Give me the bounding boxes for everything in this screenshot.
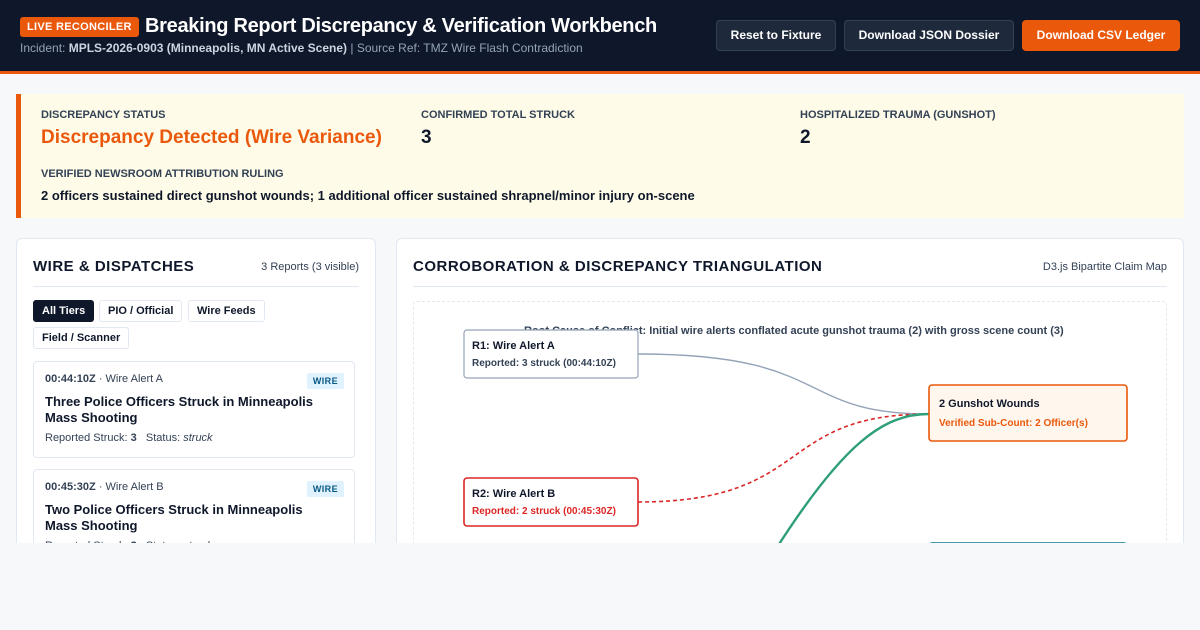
filter-pio-official[interactable]: PIO / Official [99,300,183,322]
page-title: Breaking Report Discrepancy & Verificati… [145,15,657,37]
download-json-button[interactable]: Download JSON Dossier [844,20,1014,51]
wire-tag-badge: WIRE [306,481,344,497]
divider [33,286,359,287]
report-timestamp: 00:45:30Z · Wire Alert B [45,481,164,493]
link-r1-gunshot [637,353,930,415]
wire-panel-title: WIRE & DISPATCHES [33,258,195,275]
page-fold-background [0,543,1200,630]
live-badge: LIVE RECONCILER [20,17,139,37]
app-header: LIVE RECONCILER Breaking Report Discrepa… [0,0,1200,74]
hospitalized-label: HOSPITALIZED TRAUMA (GUNSHOT) [800,109,996,121]
report-card[interactable]: 00:44:10Z · Wire Alert A WIRE Three Poli… [33,361,355,458]
report-node-r2[interactable]: R2: Wire Alert B Reported: 2 struck (00:… [463,477,639,527]
source-ref: | Source Ref: TMZ Wire Flash Contradicti… [350,41,583,55]
report-footer: Reported Struck: 3 Status: struck [45,432,213,444]
claim-node-detail: Verified Sub-Count: 2 Officer(s) [939,418,1088,429]
download-csv-button[interactable]: Download CSV Ledger [1022,20,1180,51]
ruling-label: VERIFIED NEWSROOM ATTRIBUTION RULING [41,168,284,180]
hospitalized-value: 2 [800,127,811,148]
wire-tag-badge: WIRE [306,373,344,389]
discrepancy-status-value: Discrepancy Detected (Wire Variance) [41,127,382,148]
report-node-r1[interactable]: R1: Wire Alert A Reported: 3 struck (00:… [463,329,639,379]
incident-value: MPLS-2026-0903 (Minneapolis, MN Active S… [68,41,348,55]
discrepancy-status-label: DISCREPANCY STATUS [41,109,166,121]
triangulation-title: CORROBORATION & DISCREPANCY TRIANGULATIO… [413,258,823,275]
reset-fixture-button[interactable]: Reset to Fixture [716,20,836,51]
confirmed-struck-label: CONFIRMED TOTAL STRUCK [421,109,575,121]
discrepancy-status-panel: DISCREPANCY STATUS Discrepancy Detected … [16,94,1184,218]
incident-label: Incident: [20,41,66,55]
incident-subline: Incident: MPLS-2026-0903 (Minneapolis, M… [20,41,583,55]
claim-node-title: 2 Gunshot Wounds [939,398,1040,410]
confirmed-struck-value: 3 [421,127,432,148]
report-node-title: R1: Wire Alert A [472,340,555,352]
filter-all-tiers[interactable]: All Tiers [33,300,95,322]
filter-field-scanner[interactable]: Field / Scanner [33,327,130,349]
link-r2-gunshot [637,413,930,503]
report-timestamp: 00:44:10Z · Wire Alert A [45,373,164,385]
report-node-detail: Reported: 3 struck (00:44:10Z) [472,358,616,369]
link-verified-gunshot [772,412,930,553]
report-headline: Three Police Officers Struck in Minneapo… [45,394,314,425]
report-node-title: R2: Wire Alert B [472,488,555,500]
report-count: 3 Reports (3 visible) [261,261,359,273]
filter-wire-feeds[interactable]: Wire Feeds [188,300,265,322]
ruling-value: 2 officers sustained direct gunshot woun… [41,188,695,203]
report-headline: Two Police Officers Struck in Minneapoli… [45,502,303,533]
claim-node-gunshot[interactable]: 2 Gunshot Wounds Verified Sub-Count: 2 O… [928,384,1128,442]
divider [413,286,1167,287]
graph-caption: D3.js Bipartite Claim Map [1042,261,1167,273]
report-node-detail: Reported: 2 struck (00:45:30Z) [472,506,616,517]
